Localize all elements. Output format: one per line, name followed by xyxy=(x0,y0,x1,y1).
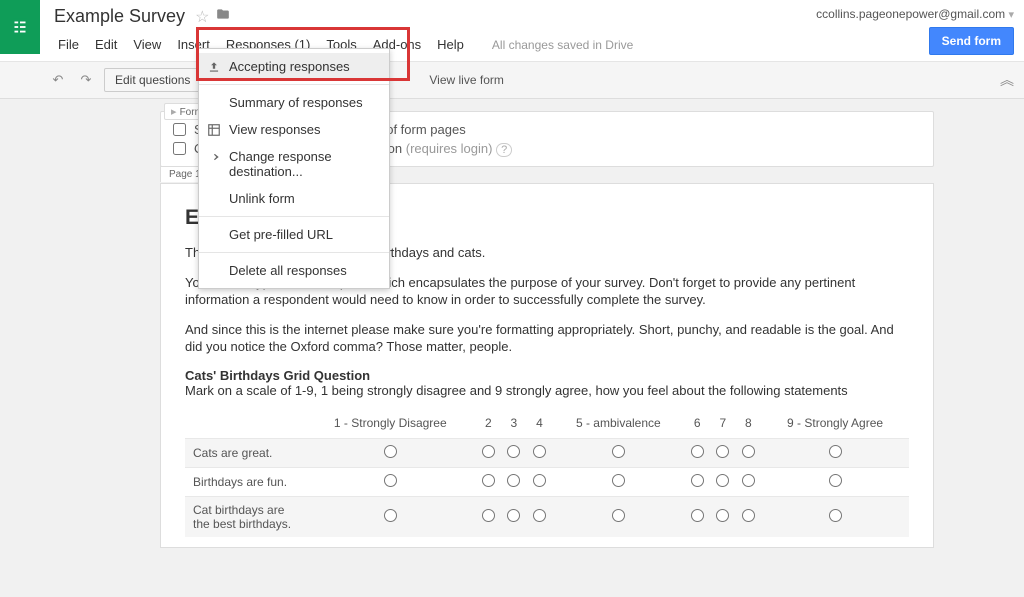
send-form-button[interactable]: Send form xyxy=(929,27,1014,55)
saved-status: All changes saved in Drive xyxy=(492,38,633,52)
grid-row-label: Cats are great. xyxy=(185,438,305,467)
collapse-toolbar-icon[interactable]: ︽ xyxy=(1000,70,1014,90)
arrow-right-icon xyxy=(207,150,221,164)
grid-col-7: 7 xyxy=(710,408,736,439)
survey-description-3: And since this is the internet please ma… xyxy=(185,321,909,356)
grid-radio[interactable] xyxy=(742,445,755,458)
grid-col-5: 5 - ambivalence xyxy=(552,408,684,439)
menu-view[interactable]: View xyxy=(125,33,169,56)
menu-edit[interactable]: Edit xyxy=(87,33,125,56)
grid-radio[interactable] xyxy=(691,474,704,487)
question-subtitle: Mark on a scale of 1-9, 1 being strongly… xyxy=(185,383,909,398)
grid-col-1: 1 - Strongly Disagree xyxy=(305,408,476,439)
dd-summary[interactable]: Summary of responses xyxy=(199,89,389,116)
grid-radio[interactable] xyxy=(716,474,729,487)
responses-dropdown: Accepting responses Summary of responses… xyxy=(198,48,390,289)
chevron-down-icon: ▾ xyxy=(1008,9,1014,21)
grid-col-9: 9 - Strongly Agree xyxy=(761,408,909,439)
folder-icon[interactable] xyxy=(215,7,231,26)
grid-radio[interactable] xyxy=(533,509,546,522)
forms-app-icon[interactable] xyxy=(0,0,40,54)
grid-col-8: 8 xyxy=(736,408,762,439)
grid-col-3: 3 xyxy=(501,408,527,439)
dd-prefilled-url[interactable]: Get pre-filled URL xyxy=(199,221,389,248)
grid-radio[interactable] xyxy=(742,474,755,487)
grid-radio[interactable] xyxy=(612,509,625,522)
dd-change-destination[interactable]: Change response destination... xyxy=(199,143,389,185)
undo-icon[interactable]: ↶ xyxy=(48,72,68,88)
spreadsheet-icon xyxy=(207,123,221,137)
edit-questions-button[interactable]: Edit questions xyxy=(104,68,201,92)
grid-row-label: Cat birthdays are the best birthdays. xyxy=(185,496,305,537)
grid-radio[interactable] xyxy=(612,474,625,487)
grid-radio[interactable] xyxy=(384,474,397,487)
grid-row: Cat birthdays are the best birthdays. xyxy=(185,496,909,537)
grid-radio[interactable] xyxy=(533,445,546,458)
one-response-checkbox[interactable] xyxy=(173,142,186,155)
grid-radio[interactable] xyxy=(829,474,842,487)
upload-icon xyxy=(207,60,221,74)
grid-question-table: 1 - Strongly Disagree 2 3 4 5 - ambivale… xyxy=(185,408,909,537)
user-account[interactable]: ccollins.pageonepower@gmail.com ▾ xyxy=(816,5,1014,21)
grid-col-4: 4 xyxy=(527,408,553,439)
grid-radio[interactable] xyxy=(482,474,495,487)
dd-view-responses[interactable]: View responses xyxy=(199,116,389,143)
grid-radio[interactable] xyxy=(829,445,842,458)
grid-radio[interactable] xyxy=(716,445,729,458)
grid-radio[interactable] xyxy=(507,509,520,522)
question-title: Cats' Birthdays Grid Question xyxy=(185,368,909,383)
grid-col-2: 2 xyxy=(476,408,502,439)
menu-file[interactable]: File xyxy=(50,33,87,56)
grid-radio[interactable] xyxy=(691,509,704,522)
redo-icon[interactable]: ↷ xyxy=(76,72,96,88)
grid-row: Birthdays are fun. xyxy=(185,467,909,496)
document-title[interactable]: Example Survey xyxy=(50,4,189,29)
dd-unlink-form[interactable]: Unlink form xyxy=(199,185,389,212)
grid-row-label: Birthdays are fun. xyxy=(185,467,305,496)
progress-bar-checkbox[interactable] xyxy=(173,123,186,136)
grid-radio[interactable] xyxy=(829,509,842,522)
grid-row: Cats are great. xyxy=(185,438,909,467)
grid-radio[interactable] xyxy=(507,445,520,458)
grid-radio[interactable] xyxy=(384,445,397,458)
dd-accepting-responses[interactable]: Accepting responses xyxy=(199,53,389,80)
dd-delete-all[interactable]: Delete all responses xyxy=(199,257,389,284)
help-icon: ? xyxy=(496,143,512,157)
grid-radio[interactable] xyxy=(384,509,397,522)
view-live-form-link[interactable]: View live form xyxy=(429,73,503,87)
grid-radio[interactable] xyxy=(742,509,755,522)
grid-col-6: 6 xyxy=(684,408,710,439)
grid-radio[interactable] xyxy=(533,474,546,487)
grid-radio[interactable] xyxy=(612,445,625,458)
grid-radio[interactable] xyxy=(482,445,495,458)
menu-help[interactable]: Help xyxy=(429,33,472,56)
grid-radio[interactable] xyxy=(482,509,495,522)
grid-radio[interactable] xyxy=(716,509,729,522)
grid-radio[interactable] xyxy=(691,445,704,458)
grid-radio[interactable] xyxy=(507,474,520,487)
star-icon[interactable]: ☆ xyxy=(195,7,209,27)
